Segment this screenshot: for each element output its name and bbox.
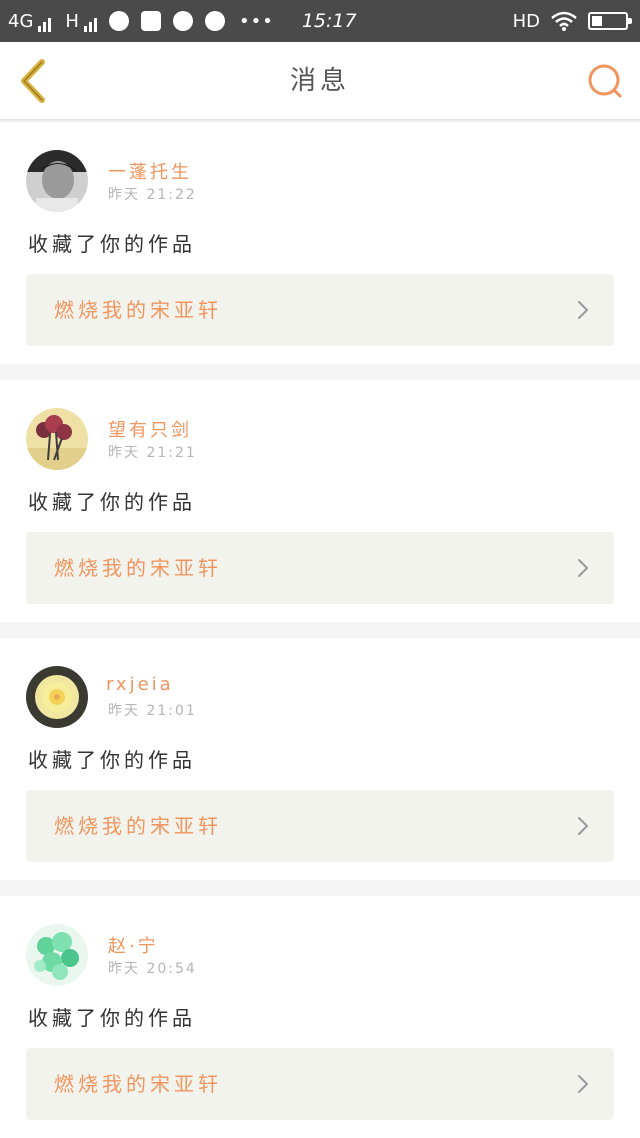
network-type-2: H [65, 10, 79, 32]
more-notifications-icon: ••• [238, 10, 274, 32]
message-card: 一蓬托生 昨天 21:22 收藏了你的作品 燃烧我的宋亚轩 [0, 122, 640, 364]
username[interactable]: 一蓬托生 [108, 158, 192, 184]
network-indicator: 4G [8, 10, 52, 32]
message-time: 昨天 21:22 [108, 187, 197, 203]
status-bar: 4G H ••• 15:17 HD [0, 0, 640, 42]
username[interactable]: rxjeia [106, 674, 174, 695]
message-action: 收藏了你的作品 [28, 748, 196, 772]
notification-icon [108, 11, 129, 31]
chevron-right-icon [578, 301, 589, 319]
avatar[interactable] [26, 924, 88, 986]
work-link[interactable]: 燃烧我的宋亚轩 [26, 790, 614, 862]
signal-icon-2 [83, 16, 97, 32]
work-title: 燃烧我的宋亚轩 [54, 1072, 222, 1096]
avatar[interactable] [26, 150, 88, 212]
work-title: 燃烧我的宋亚轩 [54, 814, 222, 838]
avatar-image [26, 150, 88, 212]
chevron-right-icon [578, 559, 589, 577]
avatar[interactable] [26, 666, 88, 728]
work-title: 燃烧我的宋亚轩 [54, 298, 222, 322]
message-card: 赵·宁 昨天 20:54 收藏了你的作品 燃烧我的宋亚轩 [0, 896, 640, 1138]
work-link[interactable]: 燃烧我的宋亚轩 [26, 532, 614, 604]
weibo-icon [204, 11, 225, 31]
network-type: 4G [8, 10, 34, 32]
network-indicator-2: H [65, 11, 97, 32]
username[interactable]: 赵·宁 [108, 932, 159, 958]
avatar-image [26, 666, 88, 728]
message-time: 昨天 20:54 [108, 961, 197, 977]
battery-icon [588, 12, 632, 30]
avatar[interactable] [26, 408, 88, 470]
username[interactable]: 望有只剑 [108, 416, 192, 442]
message-time: 昨天 21:01 [108, 703, 197, 719]
signal-icon [38, 16, 52, 32]
hd-indicator: HD [512, 10, 540, 32]
message-action: 收藏了你的作品 [28, 1006, 196, 1030]
search-button[interactable] [586, 62, 626, 102]
message-action: 收藏了你的作品 [28, 490, 196, 514]
page-title: 消息 [289, 66, 350, 96]
avatar-image [26, 408, 88, 470]
chevron-right-icon [578, 1075, 589, 1093]
app-icon [140, 11, 161, 31]
notification-icon-2 [172, 11, 193, 31]
navbar: 消息 [0, 42, 640, 120]
battery-level [592, 16, 602, 26]
work-title: 燃烧我的宋亚轩 [54, 556, 222, 580]
work-link[interactable]: 燃烧我的宋亚轩 [26, 1048, 614, 1120]
message-card: 望有只剑 昨天 21:21 收藏了你的作品 燃烧我的宋亚轩 [0, 380, 640, 622]
message-card: rxjeia 昨天 21:01 收藏了你的作品 燃烧我的宋亚轩 [0, 638, 640, 880]
search-icon [588, 64, 622, 98]
chevron-right-icon [578, 817, 589, 835]
wifi-icon [551, 11, 577, 31]
avatar-image [26, 924, 88, 986]
work-link[interactable]: 燃烧我的宋亚轩 [26, 274, 614, 346]
clock: 15:17 [301, 10, 357, 32]
message-time: 昨天 21:21 [108, 445, 197, 461]
message-action: 收藏了你的作品 [28, 232, 196, 256]
